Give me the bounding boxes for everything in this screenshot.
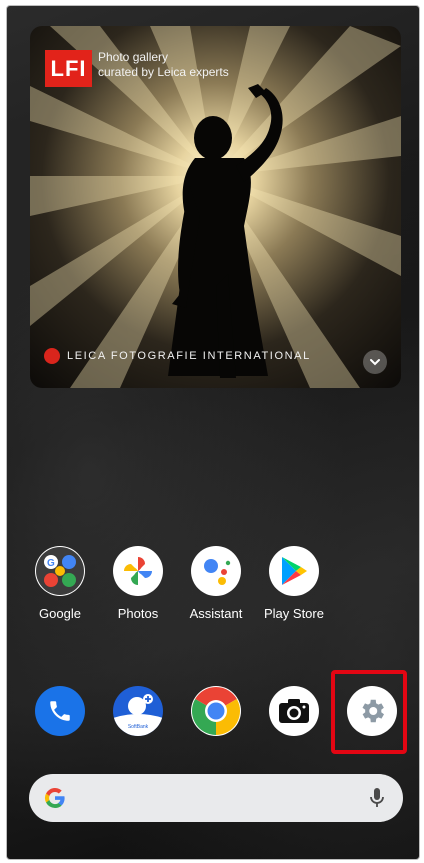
app-play-store[interactable]: Play Store xyxy=(259,546,329,621)
home-screen: LFI Photo gallery curated by Leica exper… xyxy=(6,5,420,860)
widget-title: Photo gallery xyxy=(98,50,169,64)
chrome-icon xyxy=(191,686,241,736)
leica-logo-icon xyxy=(44,348,60,364)
settings-highlight-box xyxy=(331,670,407,754)
app-label: Play Store xyxy=(264,606,324,621)
widget-subtitle: curated by Leica experts xyxy=(98,65,229,79)
google-g-icon xyxy=(43,786,67,815)
camera-icon xyxy=(269,686,319,736)
app-assistant[interactable]: Assistant xyxy=(181,546,251,621)
google-assistant-icon xyxy=(191,546,241,596)
google-folder-icon: G xyxy=(35,546,85,596)
dock-phone[interactable] xyxy=(25,686,95,736)
phone-icon xyxy=(35,686,85,736)
app-label: Google xyxy=(39,606,81,621)
widget-caption: Photo gallery curated by Leica experts xyxy=(98,50,229,80)
app-photos[interactable]: Photos xyxy=(103,546,173,621)
lfi-photo-widget[interactable]: LFI Photo gallery curated by Leica exper… xyxy=(30,26,401,388)
widget-brand-text: LEICA FOTOGRAFIE INTERNATIONAL xyxy=(67,350,311,362)
softbank-icon: SoftBank xyxy=(113,686,163,736)
play-store-icon xyxy=(269,546,319,596)
app-label: Photos xyxy=(117,606,159,621)
dock-chrome[interactable] xyxy=(181,686,251,736)
widget-brand: LEICA FOTOGRAFIE INTERNATIONAL xyxy=(44,348,311,364)
google-photos-icon xyxy=(113,546,163,596)
google-search-bar[interactable] xyxy=(29,774,403,822)
app-label: Assistant xyxy=(189,606,243,621)
app-google[interactable]: G Google xyxy=(25,546,95,621)
svg-text:G: G xyxy=(47,558,55,569)
mic-icon[interactable] xyxy=(369,787,385,814)
chevron-down-icon[interactable] xyxy=(363,350,387,374)
dock-softbank[interactable]: SoftBank xyxy=(103,686,173,736)
lfi-logo: LFI xyxy=(45,50,92,87)
dock-camera[interactable] xyxy=(259,686,329,736)
softbank-text: SoftBank xyxy=(128,724,149,730)
